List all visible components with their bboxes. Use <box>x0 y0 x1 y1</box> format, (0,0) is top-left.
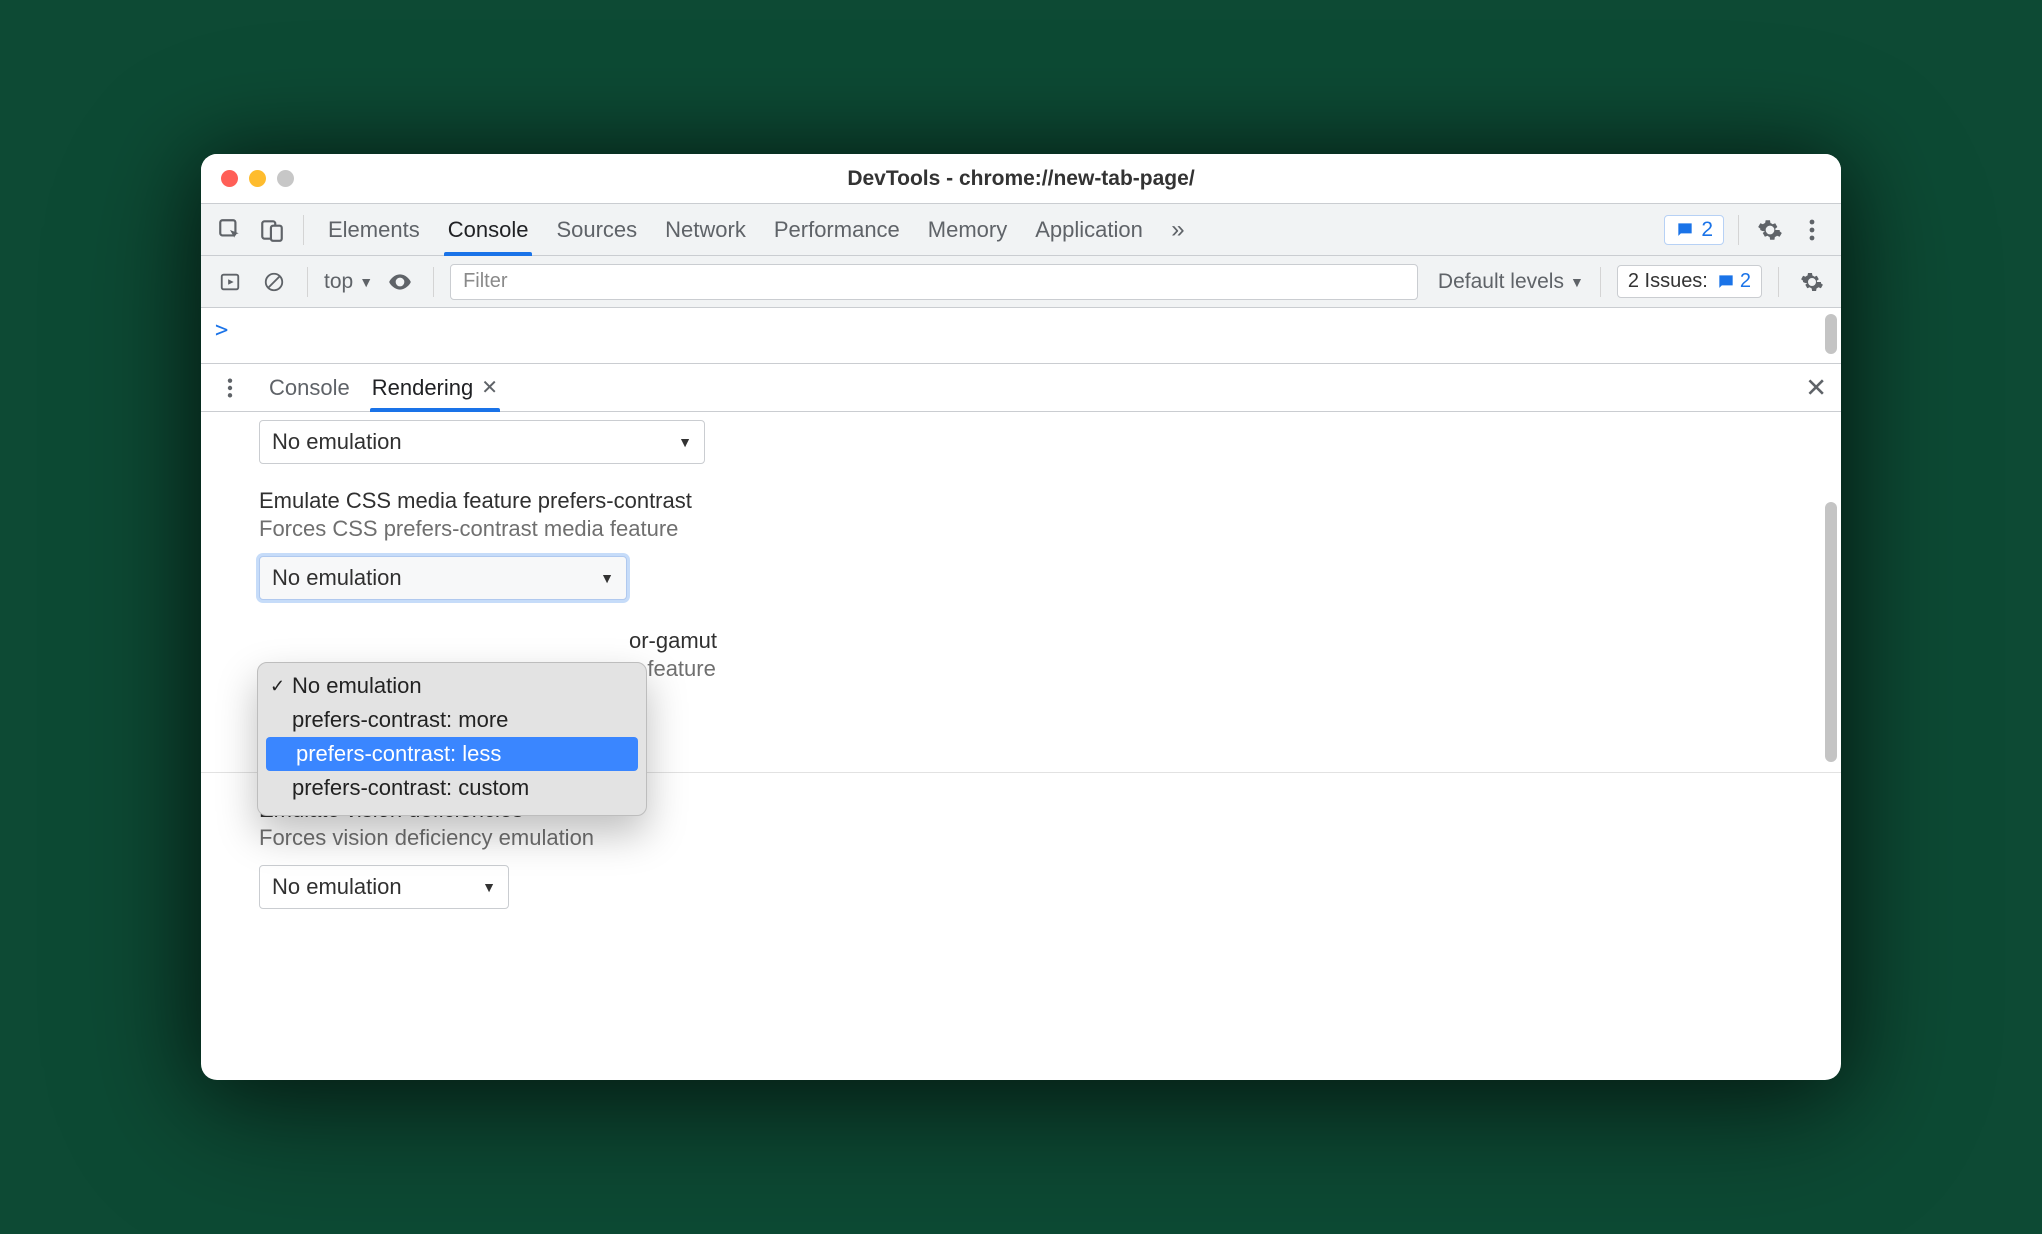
tab-performance[interactable]: Performance <box>774 204 900 255</box>
divider <box>1738 215 1739 245</box>
drawer-tab-label: Console <box>269 375 350 401</box>
messages-badge[interactable]: 2 <box>1664 215 1724 245</box>
drawer-tab-rendering[interactable]: Rendering ✕ <box>372 364 498 411</box>
section-prefers-contrast: Emulate CSS media feature prefers-contra… <box>259 488 1783 600</box>
issues-button[interactable]: 2 Issues: 2 <box>1617 265 1762 298</box>
levels-label: Default levels <box>1438 270 1564 294</box>
chevron-down-icon: ▼ <box>359 274 373 290</box>
drawer-tab-console[interactable]: Console <box>269 364 350 411</box>
console-toolbar: top ▼ Default levels ▼ 2 Issues: 2 <box>201 256 1841 308</box>
console-sidebar-toggle[interactable] <box>213 265 247 299</box>
kebab-icon <box>1808 218 1816 242</box>
console-settings-button[interactable] <box>1795 265 1829 299</box>
option-label: prefers-contrast: custom <box>292 775 529 801</box>
execution-context-selector[interactable]: top ▼ <box>324 270 373 294</box>
log-levels-selector[interactable]: Default levels ▼ <box>1438 270 1584 294</box>
close-tab-icon[interactable]: ✕ <box>481 375 498 400</box>
chevrons-icon: » <box>1171 216 1184 244</box>
tab-label: Elements <box>328 217 420 243</box>
clear-console-button[interactable] <box>257 265 291 299</box>
context-label: top <box>324 270 353 294</box>
message-icon: 2 <box>1716 270 1751 293</box>
console-prompt-caret: > <box>215 318 228 343</box>
tab-sources[interactable]: Sources <box>556 204 637 255</box>
kebab-icon <box>226 377 234 399</box>
divider <box>1600 267 1601 297</box>
divider <box>1778 267 1779 297</box>
select-value: No emulation <box>272 874 402 900</box>
scrollbar-thumb[interactable] <box>1825 502 1837 762</box>
rendering-panel: No emulation ▼ Emulate CSS media feature… <box>201 412 1841 1080</box>
option-label: prefers-contrast: more <box>292 707 508 733</box>
messages-count: 2 <box>1701 218 1713 242</box>
gear-icon <box>1757 217 1783 243</box>
section-subtitle: Forces CSS prefers-contrast media featur… <box>259 516 1783 542</box>
drawer-tab-label: Rendering <box>372 375 474 401</box>
window-title: DevTools - chrome://new-tab-page/ <box>201 167 1841 191</box>
inspect-element-icon[interactable] <box>213 213 247 247</box>
dropdown-option-no-emulation[interactable]: No emulation <box>262 669 642 703</box>
zoom-window-button[interactable] <box>277 170 294 187</box>
scrollbar-thumb[interactable] <box>1825 314 1837 354</box>
section-title-partial: or-gamut <box>629 628 717 654</box>
dropdown-option-more[interactable]: prefers-contrast: more <box>262 703 642 737</box>
divider <box>433 267 434 297</box>
prefers-contrast-select[interactable]: No emulation ▼ <box>259 556 627 600</box>
chevron-down-icon: ▼ <box>482 879 496 895</box>
tab-application[interactable]: Application <box>1035 204 1143 255</box>
divider <box>307 267 308 297</box>
issues-count: 2 <box>1740 270 1751 293</box>
prefers-contrast-dropdown: No emulation prefers-contrast: more pref… <box>257 662 647 816</box>
chevron-down-icon: ▼ <box>1570 274 1584 290</box>
option-label: No emulation <box>292 673 422 699</box>
dropdown-option-custom[interactable]: prefers-contrast: custom <box>262 771 642 805</box>
more-options-button[interactable] <box>1795 213 1829 247</box>
tabs-overflow-button[interactable]: » <box>1161 213 1195 247</box>
tab-label: Performance <box>774 217 900 243</box>
dropdown-option-less[interactable]: prefers-contrast: less <box>266 737 638 771</box>
devtools-window: DevTools - chrome://new-tab-page/ Elemen… <box>201 154 1841 1080</box>
section-subtitle: Forces vision deficiency emulation <box>259 825 1783 851</box>
issues-label: 2 Issues: <box>1628 270 1708 293</box>
close-window-button[interactable] <box>221 170 238 187</box>
window-controls <box>201 170 294 187</box>
console-prompt-area[interactable]: > <box>201 308 1841 364</box>
tab-label: Application <box>1035 217 1143 243</box>
emulation-select-generic[interactable]: No emulation ▼ <box>259 420 705 464</box>
eye-icon <box>387 269 413 295</box>
chevron-down-icon: ▼ <box>600 570 614 586</box>
titlebar: DevTools - chrome://new-tab-page/ <box>201 154 1841 204</box>
tab-memory[interactable]: Memory <box>928 204 1007 255</box>
main-toolbar: Elements Console Sources Network Perform… <box>201 204 1841 256</box>
gear-icon <box>1800 270 1824 294</box>
tab-console[interactable]: Console <box>448 204 529 255</box>
close-drawer-button[interactable]: ✕ <box>1805 372 1827 403</box>
tab-elements[interactable]: Elements <box>328 204 420 255</box>
drawer-more-tabs-button[interactable] <box>213 371 247 405</box>
select-value: No emulation <box>272 429 402 455</box>
tab-label: Console <box>448 217 529 243</box>
tab-label: Memory <box>928 217 1007 243</box>
tab-label: Network <box>665 217 746 243</box>
divider <box>303 215 304 245</box>
message-icon <box>1675 220 1695 240</box>
section-title: Emulate CSS media feature prefers-contra… <box>259 488 1783 514</box>
live-expression-button[interactable] <box>383 265 417 299</box>
chevron-down-icon: ▼ <box>678 434 692 450</box>
tab-network[interactable]: Network <box>665 204 746 255</box>
select-value: No emulation <box>272 565 402 591</box>
device-toolbar-icon[interactable] <box>255 213 289 247</box>
console-filter-input[interactable] <box>450 264 1418 300</box>
option-label: prefers-contrast: less <box>296 741 501 767</box>
settings-button[interactable] <box>1753 213 1787 247</box>
drawer-tabbar: Console Rendering ✕ ✕ <box>201 364 1841 412</box>
panel-tabs: Elements Console Sources Network Perform… <box>318 204 1153 255</box>
minimize-window-button[interactable] <box>249 170 266 187</box>
vision-deficiency-select[interactable]: No emulation ▼ <box>259 865 509 909</box>
tab-label: Sources <box>556 217 637 243</box>
